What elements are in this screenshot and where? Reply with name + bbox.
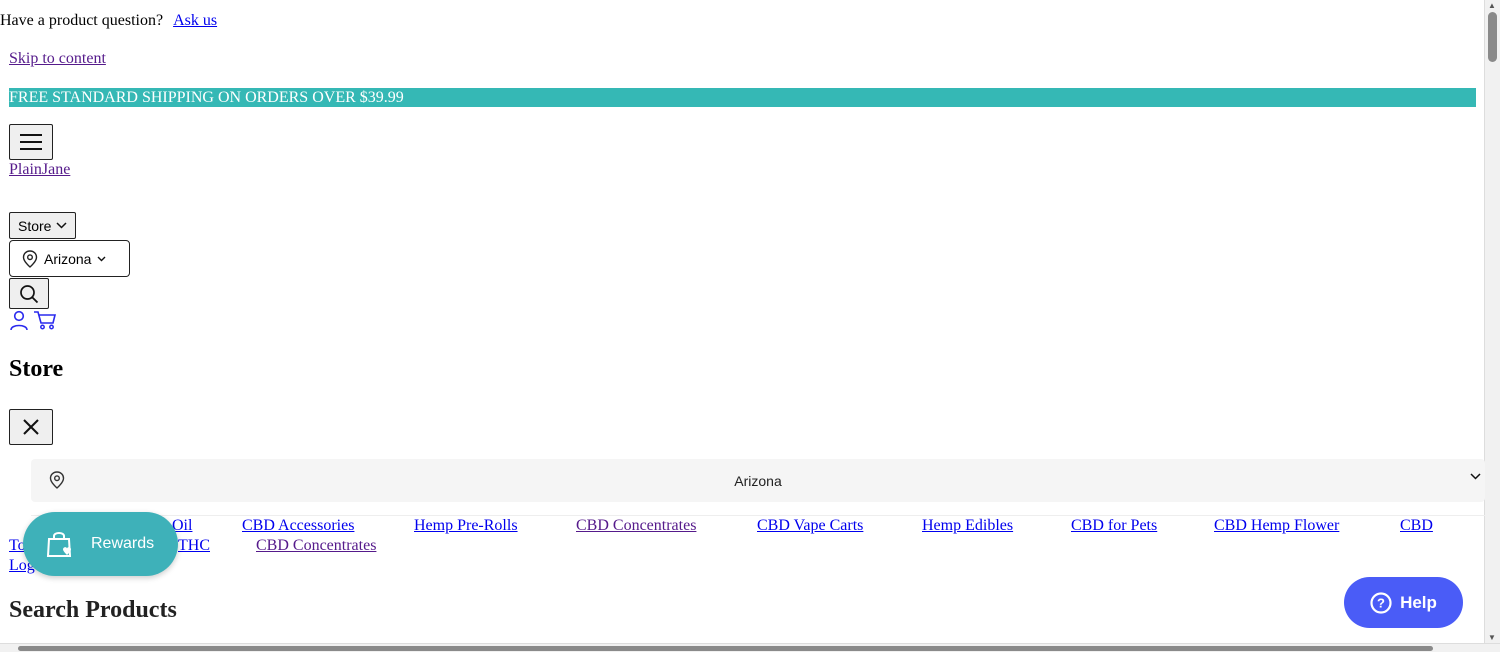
nav-link-cbd-concentrates-2[interactable]: CBD Concentrates bbox=[256, 537, 376, 555]
scroll-up-icon[interactable]: ▲ bbox=[1488, 1, 1496, 10]
shipping-banner: FREE STANDARD SHIPPING ON ORDERS OVER $3… bbox=[9, 88, 1476, 107]
menu-button[interactable] bbox=[9, 124, 53, 160]
logo-alt-text: PlainJane bbox=[9, 161, 71, 178]
horizontal-scroll-thumb[interactable] bbox=[18, 646, 1433, 651]
nav-divider bbox=[31, 515, 1485, 516]
svg-text:?: ? bbox=[1377, 595, 1385, 610]
shopping-bag-heart-icon bbox=[45, 529, 77, 559]
search-products-heading: Search Products bbox=[9, 597, 177, 623]
cart-icon bbox=[34, 311, 57, 330]
user-icon bbox=[10, 310, 28, 331]
announcement-text: Have a product question? bbox=[0, 12, 164, 29]
announcement-bar: Have a product question? Ask us bbox=[0, 12, 217, 30]
nav-link-cbd[interactable]: CBD bbox=[1400, 517, 1433, 535]
search-button[interactable] bbox=[9, 278, 49, 309]
location-select[interactable]: Arizona bbox=[31, 459, 1485, 502]
location-select-value: Arizona bbox=[734, 472, 782, 489]
nav-link-cbd-hemp-flower[interactable]: CBD Hemp Flower bbox=[1214, 517, 1339, 535]
vertical-scrollbar[interactable]: ▲ ▼ bbox=[1484, 0, 1500, 643]
nav-link-cbd-accessories[interactable]: CBD Accessories bbox=[242, 517, 354, 535]
drawer-title: Store bbox=[9, 356, 64, 382]
search-icon bbox=[20, 284, 39, 303]
map-pin-icon bbox=[22, 249, 38, 268]
question-circle-icon: ? bbox=[1370, 591, 1392, 614]
help-button[interactable]: ? Help bbox=[1344, 577, 1463, 628]
help-label: Help bbox=[1400, 592, 1437, 612]
chevron-down-icon bbox=[97, 256, 106, 261]
plainjane-logo-link[interactable]: PlainJane bbox=[9, 161, 70, 179]
account-cart-icons bbox=[9, 310, 57, 337]
cart-link[interactable] bbox=[33, 310, 57, 337]
chevron-down-icon bbox=[56, 222, 67, 229]
account-link[interactable] bbox=[9, 310, 29, 337]
store-dropdown-button[interactable]: Store bbox=[9, 212, 77, 239]
ask-us-link[interactable]: Ask us bbox=[173, 12, 217, 29]
close-icon bbox=[23, 419, 39, 435]
vertical-scroll-thumb[interactable] bbox=[1488, 12, 1497, 62]
chevron-down-icon bbox=[1470, 473, 1481, 480]
rewards-launcher[interactable]: Rewards bbox=[23, 512, 178, 576]
location-button[interactable]: Arizona bbox=[9, 240, 130, 277]
nav-link-thc[interactable]: THC bbox=[178, 537, 210, 555]
skip-to-content-link[interactable]: Skip to content bbox=[9, 50, 106, 68]
nav-link-cbd-vape-carts[interactable]: CBD Vape Carts bbox=[757, 517, 863, 535]
hamburger-icon bbox=[20, 134, 42, 150]
rewards-label: Rewards bbox=[91, 535, 155, 552]
scroll-down-icon[interactable]: ▼ bbox=[1488, 633, 1496, 642]
nav-link-cbd-concentrates[interactable]: CBD Concentrates bbox=[576, 517, 696, 535]
store-button-label: Store bbox=[18, 217, 52, 234]
nav-link-cbd-for-pets[interactable]: CBD for Pets bbox=[1071, 517, 1157, 535]
close-drawer-button[interactable] bbox=[9, 409, 53, 445]
nav-link-hemp-edibles[interactable]: Hemp Edibles bbox=[922, 517, 1013, 535]
location-button-label: Arizona bbox=[44, 250, 92, 267]
nav-link-hemp-pre-rolls[interactable]: Hemp Pre-Rolls bbox=[414, 517, 518, 535]
